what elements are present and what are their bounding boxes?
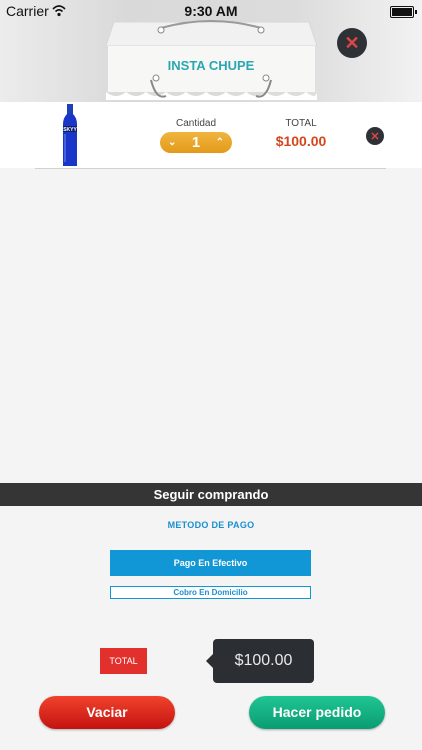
status-time: 9:30 AM [184,3,238,19]
chevron-down-icon[interactable]: ⌄ [168,137,176,148]
chevron-up-icon[interactable]: ⌃ [216,137,224,148]
battery-icon [390,6,417,18]
total-badge: TOTAL [100,648,147,674]
clear-cart-button[interactable]: Vaciar [39,696,175,729]
total-amount: $100.00 [206,639,314,683]
quantity-value: 1 [191,134,201,151]
shopping-bag-logo: INSTA CHUPE [106,20,317,100]
payment-cash-option[interactable]: Pago En Efectivo [110,550,311,576]
place-order-button[interactable]: Hacer pedido [249,696,385,729]
continue-shopping-button[interactable]: Seguir comprando [0,483,422,506]
vodka-bottle-image: SKYY [63,104,77,166]
logo-text: INSTA CHUPE [168,58,255,73]
divider [35,168,386,169]
item-total-value: $100.00 [275,133,327,149]
remove-item-icon[interactable]: ✕ [366,127,384,145]
payment-method-title: METODO DE PAGO [167,520,255,530]
payment-home-option[interactable]: Cobro En Domicilio [110,586,311,599]
quantity-stepper[interactable]: ⌄ 1 ⌃ [160,132,232,153]
close-icon[interactable]: ✕ [337,28,367,58]
status-bar: Carrier 9:30 AM [0,0,422,22]
bottle-label: SKYY [63,127,77,133]
item-total-label: TOTAL [285,118,317,129]
quantity-label: Cantidad [175,118,217,129]
